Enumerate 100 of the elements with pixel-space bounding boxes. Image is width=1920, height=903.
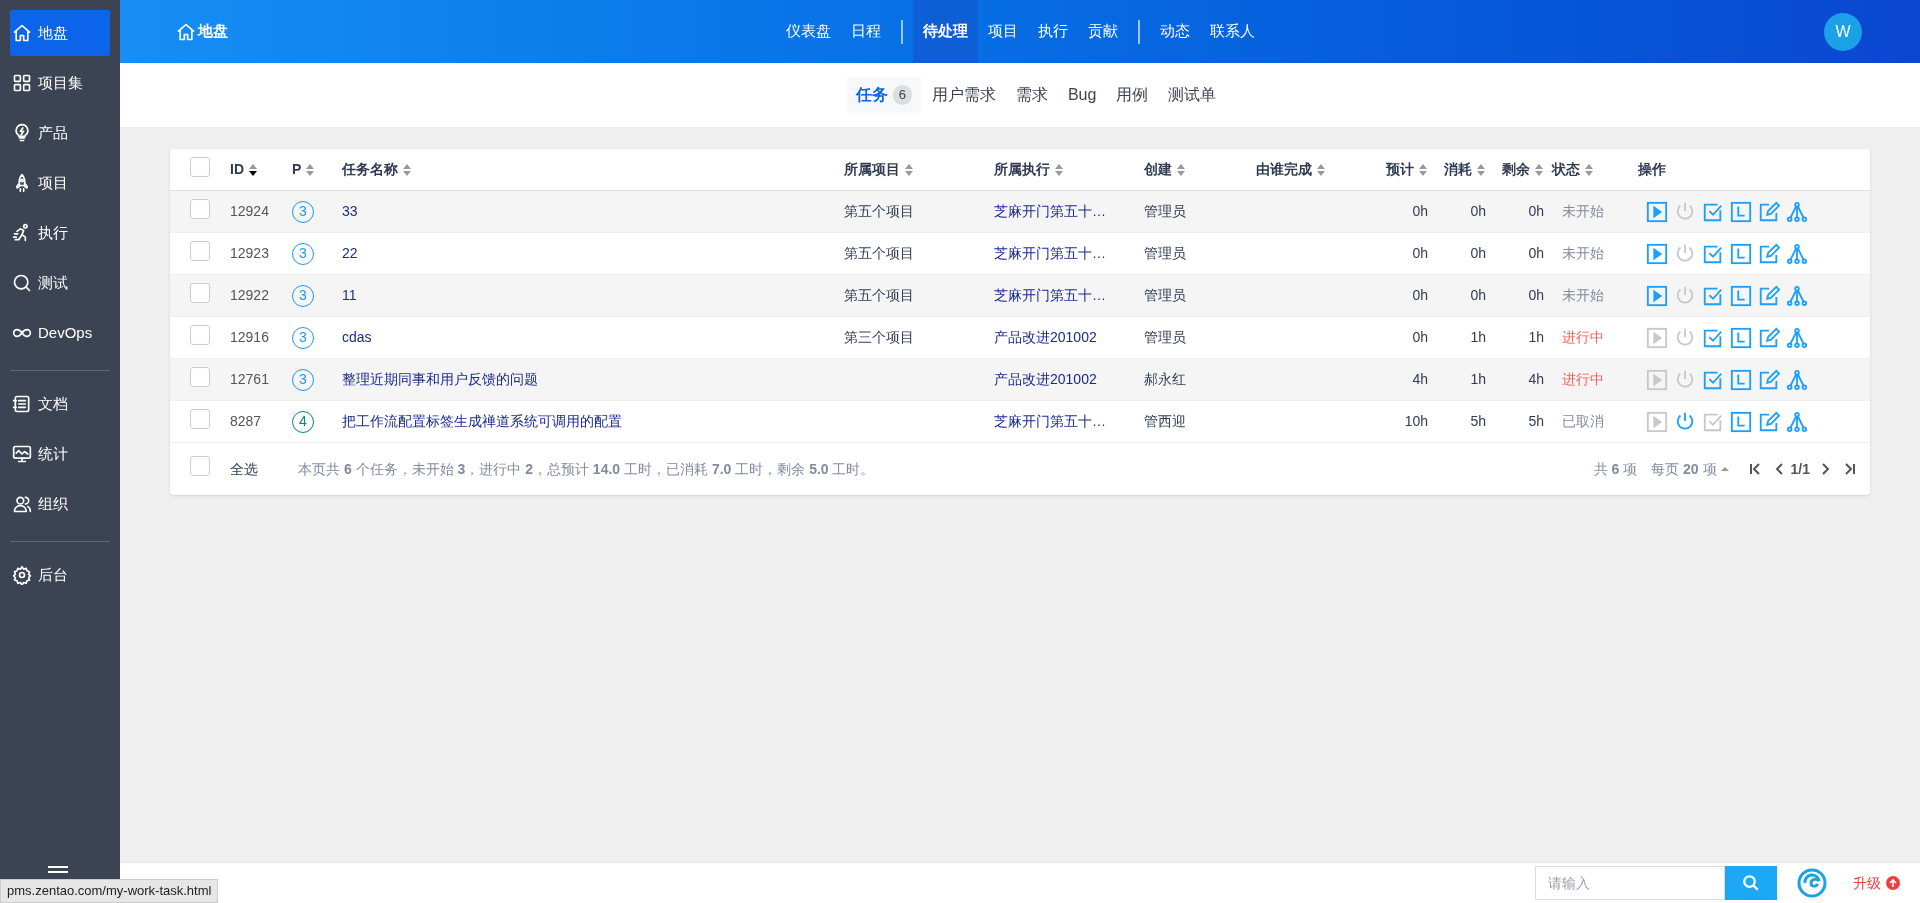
select-all-label[interactable]: 全选 — [230, 458, 298, 480]
table-cell: 4h — [1412, 371, 1428, 387]
execution-link[interactable]: 芝麻开门第五十… — [994, 287, 1106, 303]
table-cell: 第五个项目 — [844, 203, 914, 219]
column-header[interactable]: 任务名称 — [342, 159, 398, 180]
column-header[interactable]: ID — [230, 159, 244, 180]
nav-tab[interactable]: 联系人 — [1200, 0, 1265, 63]
execution-link[interactable]: 芝麻开门第五十… — [994, 203, 1106, 219]
table-cell: 0h — [1412, 245, 1428, 261]
nav-tab[interactable]: 仪表盘 — [776, 0, 841, 63]
sidebar-item[interactable]: 后台 — [10, 552, 110, 598]
page-indicator: 1/1 — [1790, 459, 1810, 479]
table-cell: 管理员 — [1144, 287, 1186, 303]
table-cell: 管西迎 — [1144, 413, 1186, 429]
table-cell: 0h — [1528, 287, 1544, 303]
table-cell: 4h — [1528, 371, 1544, 387]
table-cell: 管理员 — [1144, 245, 1186, 261]
table-cell: 1h — [1470, 371, 1486, 387]
page-size-dropdown[interactable]: 每页 20 项 — [1651, 458, 1729, 480]
table-row[interactable]: 12916 3 cdas 第三个项目 产品改进201002 管理员 0h 1h 1h 进行中 — [170, 317, 1870, 359]
execution-link[interactable]: 产品改进201002 — [994, 329, 1097, 345]
table-cell: 12916 — [230, 329, 269, 345]
sub-tab[interactable]: Bug — [1058, 77, 1106, 113]
execution-link[interactable]: 芝麻开门第五十… — [994, 413, 1106, 429]
task-link[interactable]: 33 — [342, 203, 358, 219]
status-label: 已取消 — [1562, 413, 1604, 429]
sidebar-item[interactable]: 项目集 — [10, 60, 110, 106]
table-cell: 0h — [1470, 287, 1486, 303]
table-cell: 管理员 — [1144, 329, 1186, 345]
upgrade-link[interactable]: 升级 — [1853, 872, 1900, 894]
nav-tab[interactable]: 日程 — [841, 0, 891, 63]
column-header[interactable]: 所属执行 — [994, 159, 1050, 180]
table-cell: 12922 — [230, 287, 269, 303]
table-cell: 0h — [1412, 203, 1428, 219]
column-header[interactable]: 创建 — [1144, 159, 1172, 180]
table-row[interactable]: 12923 3 22 第五个项目 芝麻开门第五十… 管理员 0h 0h 0h 未开始 — [170, 233, 1870, 275]
column-header[interactable]: P — [292, 159, 302, 180]
nav-tab[interactable]: 执行 — [1028, 0, 1078, 63]
table-row[interactable]: 12924 3 33 第五个项目 芝麻开门第五十… 管理员 0h 0h 0h 未开始 — [170, 191, 1870, 233]
execution-link[interactable]: 产品改进201002 — [994, 371, 1097, 387]
sidebar-item[interactable]: 项目 — [10, 160, 110, 206]
sidebar-item[interactable]: 测试 — [10, 260, 110, 306]
sidebar-item[interactable]: 产品 — [10, 110, 110, 156]
column-header[interactable]: 预计 — [1386, 159, 1414, 180]
sidebar-item[interactable]: DevOps — [10, 310, 110, 356]
total-count: 共 6 项 — [1593, 459, 1638, 479]
sub-tab[interactable]: 需求 — [1006, 77, 1057, 113]
sidebar-item[interactable]: 执行 — [10, 210, 110, 256]
status-label: 进行中 — [1562, 329, 1604, 345]
search-field[interactable]: 请输入 — [1535, 866, 1725, 900]
status-label: 未开始 — [1562, 203, 1604, 219]
status-url-tooltip: pms.zentao.com/my-work-task.html — [0, 879, 219, 903]
summary-text: 本页共 6 个任务，未开始 3，进行中 2，总预计 14.0 工时，已消耗 7.0 工时，剩余 5.0 工时。 — [298, 459, 876, 479]
nav-tab[interactable]: 贡献 — [1078, 0, 1128, 63]
search-input[interactable]: 请输入 — [1536, 872, 1724, 894]
status-label: 未开始 — [1562, 287, 1604, 303]
sub-tab[interactable]: 用户需求 — [922, 77, 1005, 113]
column-header[interactable]: 操作 — [1638, 159, 1666, 180]
table-cell: 0h — [1470, 245, 1486, 261]
table-cell: 12761 — [230, 371, 269, 387]
table-cell: 第五个项目 — [844, 245, 914, 261]
column-header[interactable]: 消耗 — [1444, 159, 1472, 180]
status-label: 进行中 — [1562, 371, 1604, 387]
table-cell: 12924 — [230, 203, 269, 219]
table-cell: 12923 — [230, 245, 269, 261]
table-cell: 5h — [1470, 413, 1486, 429]
column-header[interactable]: 剩余 — [1502, 159, 1530, 180]
column-header[interactable]: 状态 — [1552, 159, 1580, 180]
nav-tab[interactable]: 项目 — [978, 0, 1028, 63]
task-link[interactable]: 11 — [342, 287, 357, 303]
sub-tab[interactable]: 任务 6 — [846, 77, 921, 113]
table-cell: 0h — [1528, 203, 1544, 219]
task-link[interactable]: cdas — [342, 329, 372, 345]
table-cell: 0h — [1528, 245, 1544, 261]
sidebar-item[interactable]: 文档 — [10, 381, 110, 427]
table-cell: 1h — [1528, 329, 1544, 345]
table-cell: 10h — [1404, 413, 1428, 429]
table-cell: 0h — [1412, 329, 1428, 345]
column-header[interactable]: 所属项目 — [844, 159, 900, 180]
sidebar-item[interactable]: 统计 — [10, 431, 110, 477]
sidebar-item[interactable]: 地盘 — [10, 10, 110, 56]
sub-tab[interactable]: 用例 — [1107, 77, 1158, 113]
execution-link[interactable]: 芝麻开门第五十… — [994, 245, 1106, 261]
task-link[interactable]: 把工作流配置标签生成禅道系统可调用的配置 — [342, 413, 622, 429]
table-row[interactable]: 12761 3 整理近期同事和用户反馈的问题 产品改进201002 郝永红 4h 1h 4h 进行中 — [170, 359, 1870, 401]
task-link[interactable]: 22 — [342, 245, 358, 261]
table-cell: 第五个项目 — [844, 287, 914, 303]
table-row[interactable]: 8287 4 把工作流配置标签生成禅道系统可调用的配置 芝麻开门第五十… 管西迎 10h 5h 5h 已取消 — [170, 401, 1870, 443]
sidebar-item[interactable]: 组织 — [10, 481, 110, 527]
home-title[interactable]: 地盘 — [176, 20, 776, 43]
table-cell: 0h — [1412, 287, 1428, 303]
sub-tab[interactable]: 测试单 — [1159, 77, 1226, 113]
count-badge: 6 — [892, 85, 912, 105]
column-header[interactable]: 由谁完成 — [1256, 159, 1312, 180]
task-link[interactable]: 整理近期同事和用户反馈的问题 — [342, 371, 538, 387]
table-cell: 郝永红 — [1144, 371, 1186, 387]
status-label: 未开始 — [1562, 245, 1604, 261]
table-row[interactable]: 12922 3 11 第五个项目 芝麻开门第五十… 管理员 0h 0h 0h 未开始 — [170, 275, 1870, 317]
nav-tab[interactable]: 动态 — [1150, 0, 1200, 63]
nav-tab[interactable]: 待处理 — [913, 0, 978, 63]
